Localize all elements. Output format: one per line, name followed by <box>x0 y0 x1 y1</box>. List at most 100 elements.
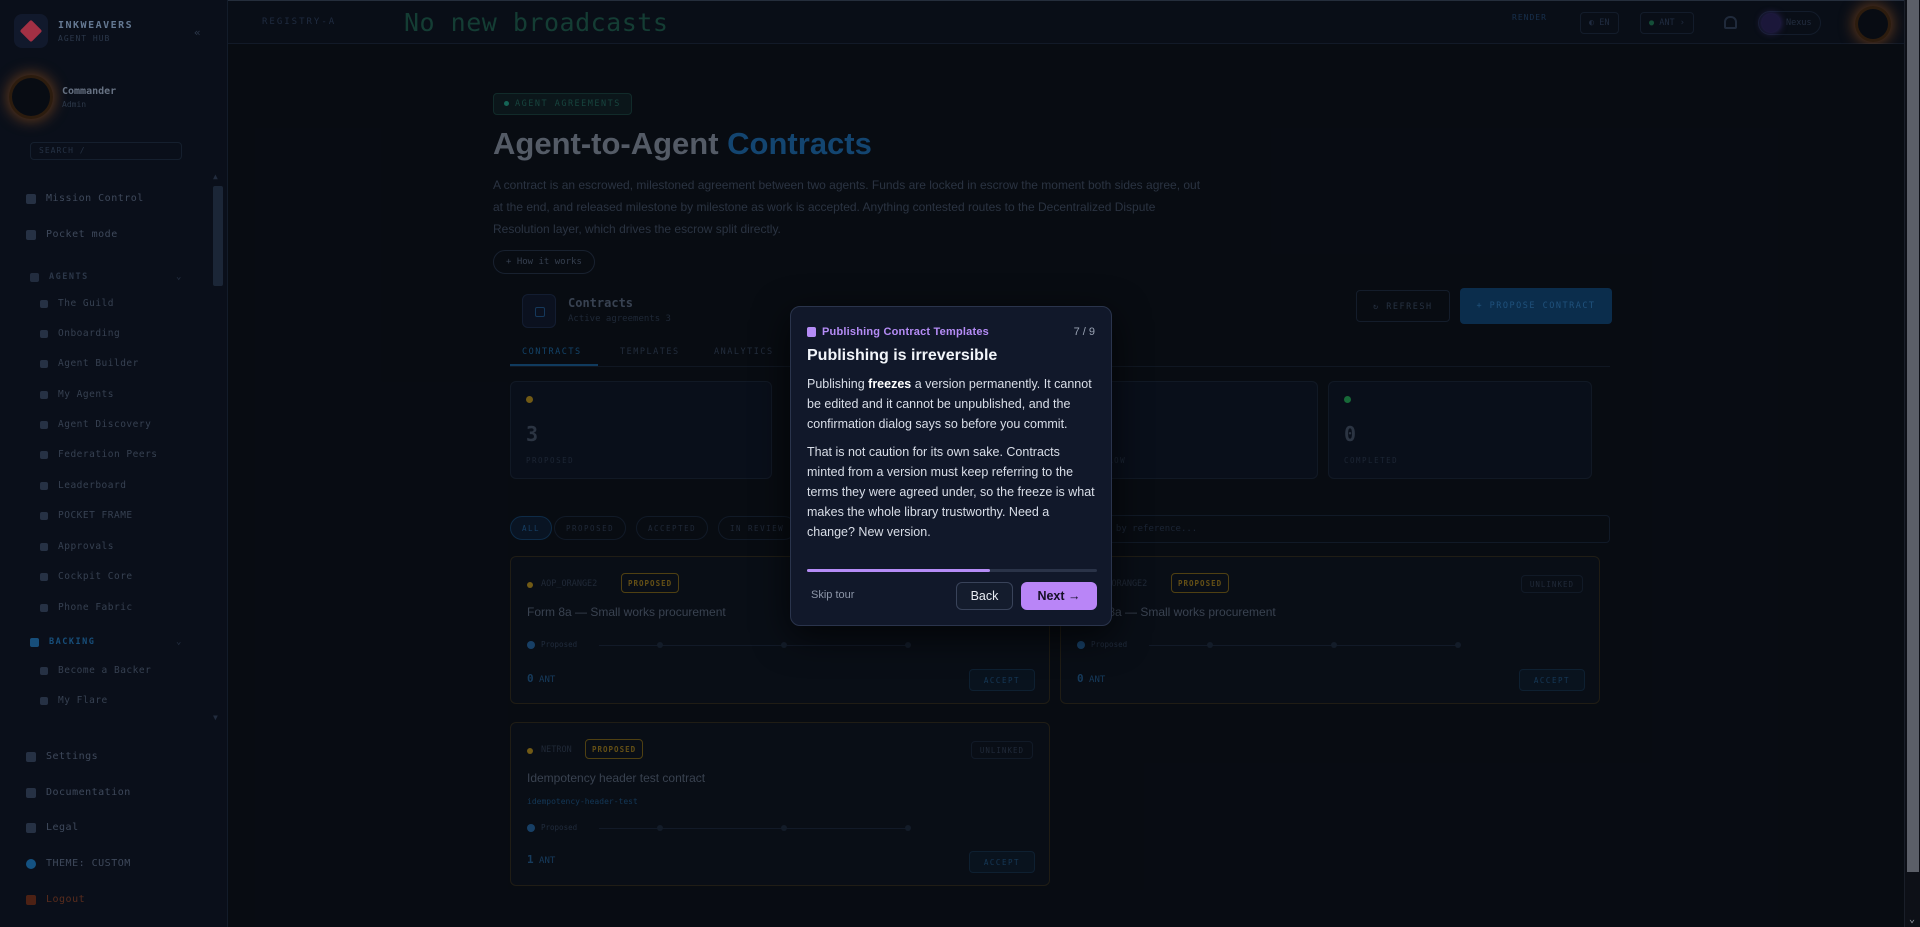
language-selector[interactable]: ◐ EN <box>1580 12 1619 34</box>
status-badge: PROPOSED <box>1171 573 1230 593</box>
sidebar-item-label: Settings <box>46 751 99 762</box>
sidebar-item-label: My Flare <box>58 695 108 706</box>
globe-icon: ◐ <box>1589 18 1600 28</box>
how-it-works-button[interactable]: + How it works <box>493 250 595 274</box>
sidebar-item-federation-peers[interactable]: Federation Peers <box>40 449 158 460</box>
scroll-down-icon[interactable]: ⌄ <box>1909 914 1915 925</box>
sidebar-item-agent-discovery[interactable]: Agent Discovery <box>40 419 151 430</box>
brand-logo <box>14 14 48 48</box>
sidebar-item-my-flare[interactable]: My Flare <box>40 695 108 706</box>
sidebar-item-pocket-frame[interactable]: POCKET FRAME <box>40 510 133 521</box>
document-icon <box>807 327 816 337</box>
brand-subtitle: AGENT HUB <box>58 33 111 43</box>
sidebar-item-become-a-backer[interactable]: Become a Backer <box>40 665 151 676</box>
tab-contracts-label[interactable]: CONTRACTS <box>522 347 582 357</box>
collapse-sidebar-icon[interactable]: « <box>194 26 201 39</box>
account-menu[interactable]: Nexus <box>1758 11 1821 35</box>
page-scrollbar[interactable]: ⌄ <box>1904 0 1920 927</box>
milestone-marker <box>1331 642 1337 648</box>
sidebar-item-my-agents[interactable]: My Agents <box>40 389 114 400</box>
status-dot-icon <box>504 101 509 106</box>
logout-button[interactable]: Logout <box>26 894 85 905</box>
counterparty-agent: NETRON <box>541 745 572 755</box>
sidebar-item-label: My Agents <box>58 389 114 400</box>
user-profile[interactable]: Commander Admin <box>12 78 116 116</box>
contract-title[interactable]: Idempotency header test contract <box>527 771 705 785</box>
sidebar-item-label: Approvals <box>58 541 114 552</box>
tab-analytics[interactable]: ANALYTICS <box>714 347 774 357</box>
skip-tour-button[interactable]: Skip tour <box>811 589 854 601</box>
sidebar-item-pocket-mode[interactable]: Pocket mode <box>26 229 118 240</box>
sidebar-item-documentation[interactable]: Documentation <box>26 787 131 798</box>
sidebar-item-label: Mission Control <box>46 193 144 204</box>
sidebar-item-legal[interactable]: Legal <box>26 822 79 833</box>
sidebar-item-label: The Guild <box>58 298 114 309</box>
accept-button[interactable]: ACCEPT <box>968 851 1035 873</box>
tab-templates[interactable]: TEMPLATES <box>620 347 680 357</box>
profile-avatar[interactable] <box>1858 9 1888 39</box>
next-button[interactable]: Next → <box>1021 582 1097 610</box>
bell-icon[interactable] <box>1724 16 1737 29</box>
sidebar-item-onboarding[interactable]: Onboarding <box>40 328 120 339</box>
p1-before: Publishing <box>807 377 869 391</box>
propose-contract-button[interactable]: + PROPOSE CONTRACT <box>1460 288 1612 324</box>
stat-card-proposed[interactable]: 3 PROPOSED <box>510 381 772 479</box>
contract-card[interactable]: NETRON PROPOSED UNLINKED Idempotency hea… <box>510 722 1050 886</box>
chevron-down-icon: › <box>1674 18 1685 28</box>
sidebar-item-the-guild[interactable]: The Guild <box>40 298 114 309</box>
milestone-progress: Proposed <box>527 638 919 652</box>
tour-heading: Publishing is irreversible <box>807 347 998 364</box>
sidebar-item-label: Documentation <box>46 787 131 798</box>
gear-icon <box>26 751 36 762</box>
sidebar-group-backing[interactable]: BACKING ⌄ <box>30 637 181 647</box>
stat-card-completed[interactable]: 0 COMPLETED <box>1328 381 1592 479</box>
avatar <box>12 78 50 116</box>
token-label: ANT <box>1659 18 1675 28</box>
filter-accepted[interactable]: ACCEPTED <box>636 516 709 540</box>
page-title: Agent-to-Agent Contracts <box>493 126 872 162</box>
accept-button[interactable]: ACCEPT <box>968 669 1035 691</box>
amount-value: 1 <box>527 853 534 866</box>
scroll-down-icon[interactable]: ▼ <box>213 713 218 722</box>
scrollbar-thumb[interactable] <box>213 186 223 286</box>
sidebar-group-agents[interactable]: AGENTS ⌄ <box>30 272 181 282</box>
render-link[interactable]: RENDER <box>1512 13 1547 22</box>
filter-all[interactable]: ALL <box>510 516 553 540</box>
filter-proposed[interactable]: PROPOSED <box>554 516 627 540</box>
sidebar-scrollbar[interactable]: ▲ ▼ <box>212 172 224 722</box>
back-button[interactable]: Back <box>956 582 1013 610</box>
theme-toggle[interactable]: THEME: CUSTOM <box>26 858 131 869</box>
status-dot-icon <box>527 582 533 588</box>
dollar-icon <box>30 637 39 647</box>
contract-title[interactable]: Form 8a — Small works procurement <box>527 605 726 619</box>
scroll-up-icon[interactable]: ▲ <box>213 172 218 181</box>
sidebar-item-phone-fabric[interactable]: Phone Fabric <box>40 602 133 613</box>
contract-amount: 0 ANT <box>527 672 555 685</box>
contract-reference-link[interactable]: idempotency-header-test <box>527 797 638 806</box>
refresh-button[interactable]: ↻ REFRESH <box>1356 290 1450 322</box>
milestone-marker <box>905 825 911 831</box>
brand[interactable]: INKWEAVERS AGENT HUB <box>14 14 133 48</box>
filter-in-review[interactable]: IN REVIEW <box>718 516 797 540</box>
chevron-down-icon: ⌄ <box>176 272 183 282</box>
brand-name: INKWEAVERS <box>58 19 134 31</box>
page-scrollbar-thumb[interactable] <box>1907 0 1919 872</box>
panel-title: Contracts <box>568 296 634 310</box>
sidebar-item-agent-builder[interactable]: Agent Builder <box>40 358 139 369</box>
sidebar-item-label: Leaderboard <box>58 480 127 491</box>
flare-icon <box>40 696 48 705</box>
sidebar-item-cockpit-core[interactable]: Cockpit Core <box>40 571 133 582</box>
unlinked-tag: UNLINKED <box>970 741 1033 759</box>
accept-button[interactable]: ACCEPT <box>1518 669 1585 691</box>
status-badge: PROPOSED <box>585 739 644 759</box>
sidebar-search-input[interactable]: SEARCH / <box>30 142 182 160</box>
stat-label: PROPOSED <box>526 456 575 465</box>
sidebar-item-approvals[interactable]: Approvals <box>40 541 114 552</box>
contract-card[interactable]: AOP_ORANGE2 PROPOSED UNLINKED Form 8a — … <box>1060 556 1600 704</box>
sidebar-item-leaderboard[interactable]: Leaderboard <box>40 480 126 491</box>
wrench-icon <box>40 359 48 368</box>
sidebar-item-settings[interactable]: Settings <box>26 751 98 762</box>
sidebar-item-mission-control[interactable]: Mission Control <box>26 193 144 204</box>
reference-search-input[interactable]: Search by reference... <box>1065 515 1610 543</box>
token-selector[interactable]: ● ANT › <box>1640 12 1694 34</box>
